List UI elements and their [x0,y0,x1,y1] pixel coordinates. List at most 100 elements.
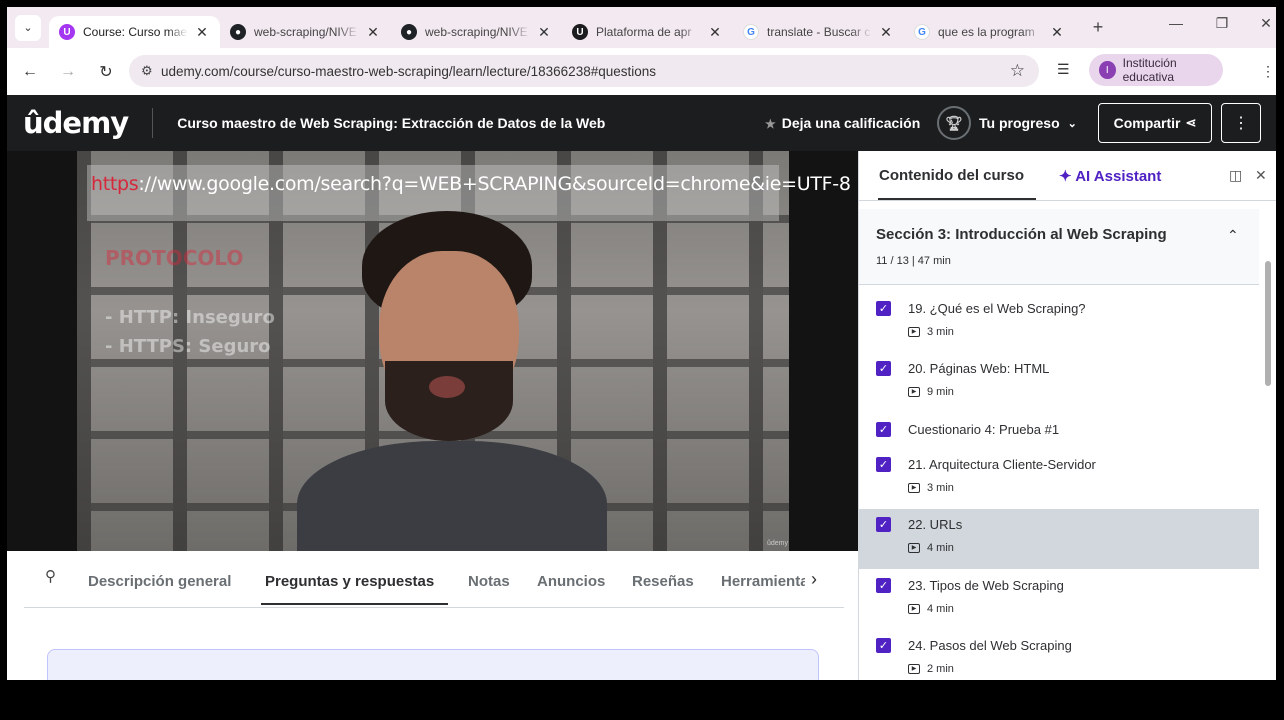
mouth [429,376,465,398]
play-icon: ▶ [908,483,920,493]
close-tab-icon[interactable]: ✕ [194,24,210,41]
tab-announcements[interactable]: Anuncios [537,573,605,590]
chevron-up-icon[interactable]: ⌃ [1227,227,1239,244]
progress-button[interactable]: 🏆︎ Tu progreso ⌄ [937,106,1077,140]
tab-title: Course: Curso maes [83,25,188,39]
progress-label: Tu progreso [979,115,1060,131]
tab-tools[interactable]: Herramientas [721,573,805,590]
course-header: ûdemy Curso maestro de Web Scraping: Ext… [7,95,1276,151]
search-icon[interactable]: ⚲ [45,567,56,585]
duration-text: 3 min [927,482,954,494]
video-url-text: https://www.google.com/search?q=WEB+SCRA… [91,173,851,195]
ai-label: AI Assistant [1075,168,1162,185]
github-icon: ● [230,24,246,40]
section-header[interactable]: Sección 3: Introducción al Web Scraping … [859,209,1259,285]
google-icon: G [743,24,759,40]
close-sidebar-icon[interactable]: ✕ [1255,167,1267,184]
tab-overview[interactable]: Descripción general [88,573,231,590]
tab-questions[interactable]: Preguntas y respuestas [265,573,434,590]
tab-divider [24,607,844,608]
google-icon: G [914,24,930,40]
checkbox-checked[interactable]: ✓ [876,301,891,316]
beard [385,361,513,441]
chevron-down-icon: ⌄ [1067,117,1077,130]
close-tab-icon[interactable]: ✕ [878,24,894,41]
url-text[interactable]: udemy.com/course/curso-maestro-web-scrap… [161,64,656,79]
lecture-item[interactable]: ✓ 24. Pasos del Web Scraping ▶ 2 min [859,630,1259,680]
active-tab-indicator [878,198,1036,200]
sidebar-scrollbar[interactable] [1265,261,1271,386]
chevron-right-icon[interactable]: › [811,569,817,590]
browser-tab-5[interactable]: G que es la program ✕ [904,16,1075,48]
duration-text: 4 min [927,542,954,554]
instructor-figure [267,211,607,551]
expand-panel-icon[interactable]: ◫ [1229,167,1242,184]
lecture-duration: ▶ 3 min [908,326,954,338]
lecture-duration: ▶ 3 min [908,482,954,494]
rate-course-button[interactable]: ★ Deja una calificación [765,115,920,131]
course-title[interactable]: Curso maestro de Web Scraping: Extracció… [177,115,605,131]
duration-text: 3 min [927,326,954,338]
close-tab-icon[interactable]: ✕ [707,24,723,41]
star-icon: ★ [765,117,776,131]
quiz-label: Cuestionario 4: Prueba #1 [908,422,1060,437]
checkbox-checked[interactable]: ✓ [876,361,891,376]
udemy-favicon-icon: U [572,24,588,40]
close-tab-icon[interactable]: ✕ [536,24,552,41]
checkbox-checked[interactable]: ✓ [876,638,891,653]
address-bar[interactable]: ⚙ udemy.com/course/curso-maestro-web-scr… [129,55,1039,87]
browser-menu-icon[interactable]: ⋮ [1261,63,1275,80]
lecture-item[interactable]: ✓ 21. Arquitectura Cliente-Servidor ▶ 3 m… [859,449,1259,509]
close-tab-icon[interactable]: ✕ [365,24,381,41]
browser-tab-2[interactable]: ● web-scraping/NIVE ✕ [391,16,562,48]
share-icon: ⋖ [1185,115,1197,130]
restore-icon[interactable]: ❐ [1207,15,1237,32]
lecture-label: 19. ¿Qué es el Web Scraping? [908,301,1086,316]
tab-notes[interactable]: Notas [468,573,510,590]
play-icon: ▶ [908,604,920,614]
sidebar-tabs: Contenido del curso ✦ AI Assistant ◫ ✕ [859,151,1276,201]
tab-course-content[interactable]: Contenido del curso [879,167,1024,184]
tab-ai-assistant[interactable]: ✦ AI Assistant [1059,167,1161,185]
site-info-icon[interactable]: ⚙ [141,63,161,79]
minimize-icon[interactable]: — [1161,15,1191,31]
quiz-item[interactable]: ✓ Cuestionario 4: Prueba #1 [859,414,1259,450]
browser-tab-4[interactable]: G translate - Buscar c ✕ [733,16,904,48]
browser-tab-1[interactable]: ● web-scraping/NIVE ✕ [220,16,391,48]
checkbox-checked[interactable]: ✓ [876,457,891,472]
bookmark-star-icon[interactable]: ☆ [1010,61,1025,81]
url-protocol: https [91,173,139,195]
forward-icon[interactable]: → [53,63,83,81]
share-button[interactable]: Compartir ⋖ [1098,103,1212,143]
checkbox-checked[interactable]: ✓ [876,517,891,532]
more-options-icon[interactable]: ⋮ [1221,103,1261,143]
checkbox-checked[interactable]: ✓ [876,422,891,437]
reading-list-icon[interactable]: ☰ [1057,61,1070,78]
close-tab-icon[interactable]: ✕ [1049,24,1065,41]
profile-button[interactable]: I Institución educativa [1089,54,1223,86]
duration-text: 2 min [927,663,954,675]
duration-text: 4 min [927,603,954,615]
udemy-logo[interactable]: ûdemy [23,106,129,140]
reload-icon[interactable]: ↻ [91,62,121,82]
browser-tab-3[interactable]: U Plataforma de apr ✕ [562,16,733,48]
github-icon: ● [401,24,417,40]
close-window-icon[interactable]: ✕ [1251,15,1276,32]
lecture-item[interactable]: ✓ 20. Páginas Web: HTML ▶ 9 min [859,353,1259,413]
share-label: Compartir [1113,115,1181,131]
lecture-duration: ▶ 4 min [908,542,954,554]
back-icon[interactable]: ← [15,63,45,81]
lecture-item[interactable]: ✓ 19. ¿Qué es el Web Scraping? ▶ 3 min [859,293,1259,353]
lecture-duration: ▶ 4 min [908,603,954,615]
profile-label: Institución educativa [1122,56,1177,84]
lecture-item-current[interactable]: ✓ 22. URLs ▶ 4 min [859,509,1259,569]
browser-tab-0[interactable]: U Course: Curso maes ✕ [49,16,220,48]
sparkle-icon: ✦ [1059,168,1076,185]
tab-reviews[interactable]: Reseñas [632,573,694,590]
video-player[interactable]: https://www.google.com/search?q=WEB+SCRA… [7,151,858,551]
tab-title: web-scraping/NIVE [425,25,528,39]
checkbox-checked[interactable]: ✓ [876,578,891,593]
lecture-item[interactable]: ✓ 23. Tipos de Web Scraping ▶ 4 min [859,570,1259,630]
tab-search-icon[interactable]: ⌄ [15,14,41,41]
new-tab-icon[interactable]: + [1085,17,1111,38]
